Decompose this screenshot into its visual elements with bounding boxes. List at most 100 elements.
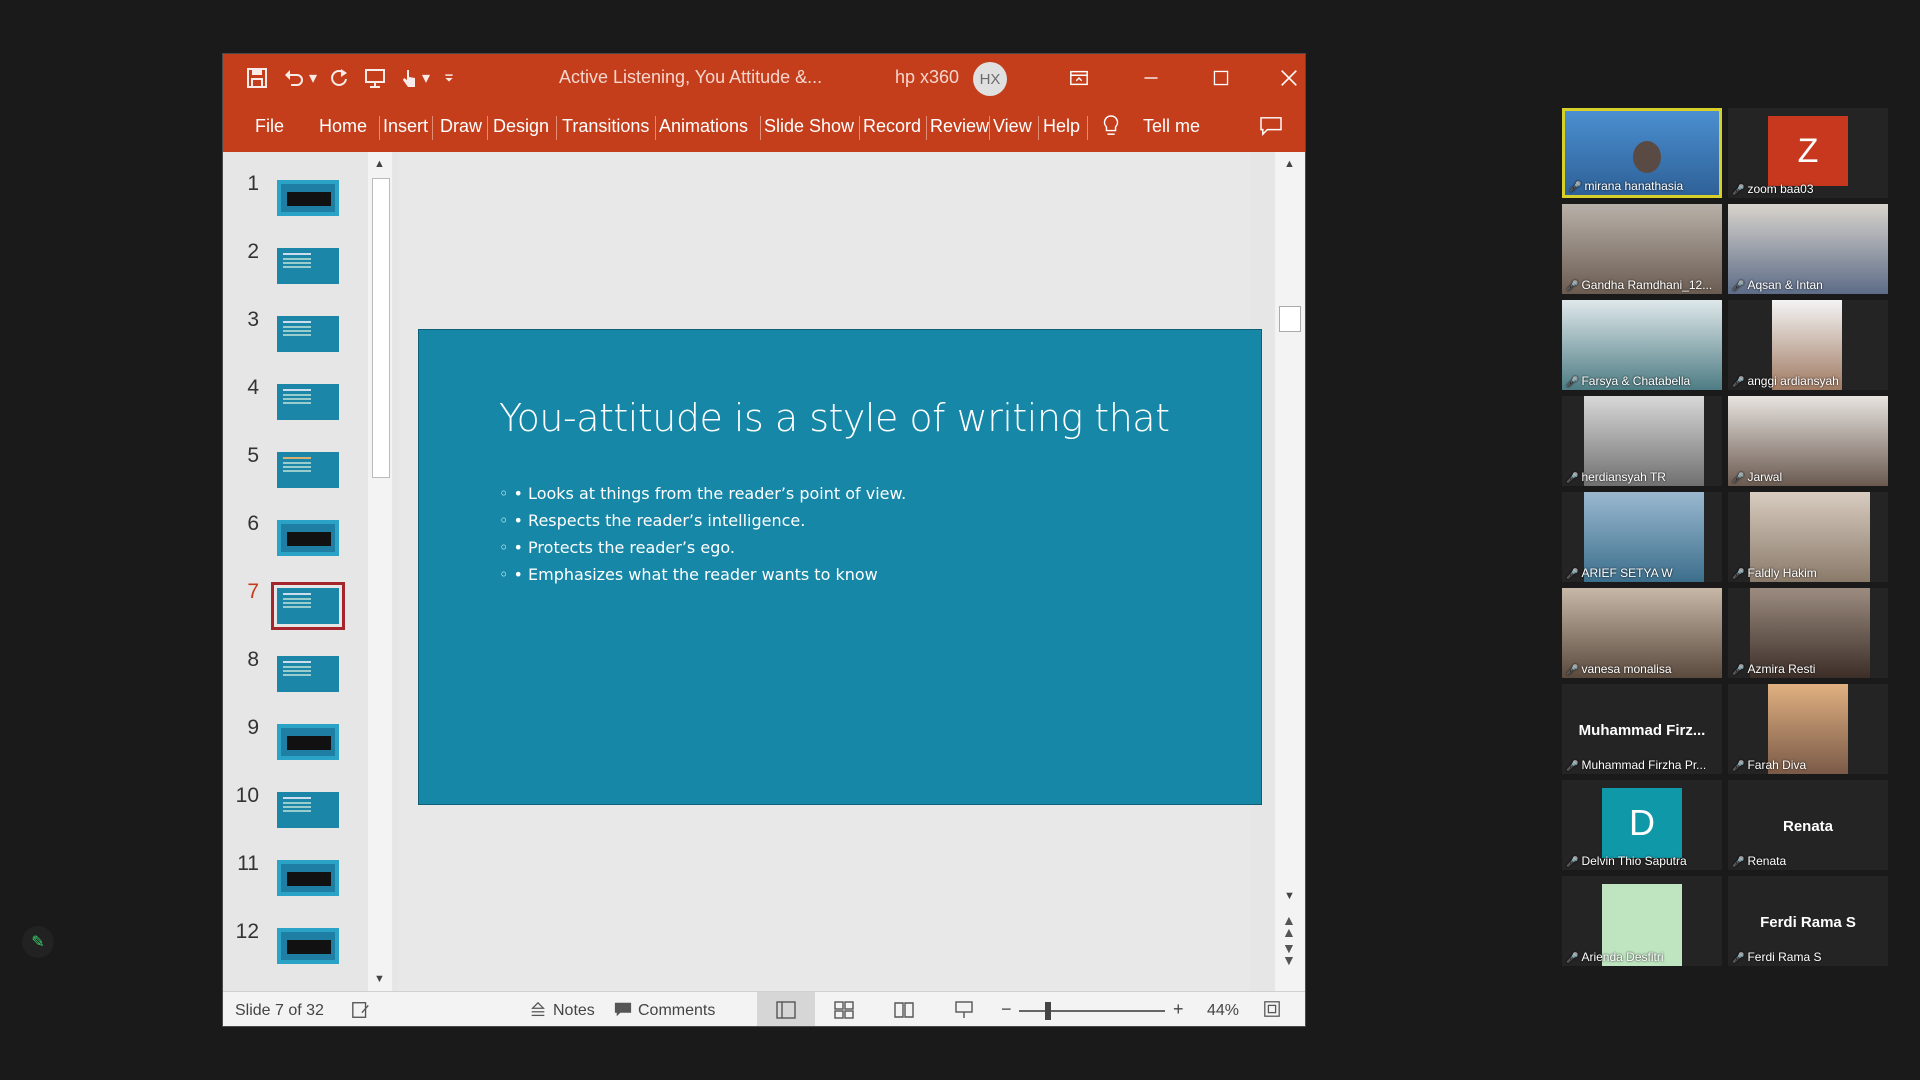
tab-separator xyxy=(926,116,927,140)
tab-design[interactable]: Design xyxy=(493,116,549,137)
slide-number: 9 xyxy=(247,716,259,739)
tab-separator xyxy=(432,116,433,140)
participant-tile[interactable]: mirana hanathasia xyxy=(1562,108,1722,198)
zoom-level[interactable]: 44% xyxy=(1207,1002,1239,1020)
participant-tile[interactable]: Arienda Desfitri xyxy=(1562,876,1722,966)
previous-slide-icon[interactable]: ▲ ▲ xyxy=(1282,913,1296,939)
slide-thumbnail[interactable] xyxy=(277,860,339,896)
normal-view-button[interactable] xyxy=(757,992,815,1026)
notes-icon[interactable] xyxy=(529,1001,547,1024)
accessibility-icon[interactable] xyxy=(351,1000,371,1025)
bullet-item: • Looks at things from the reader’s poin… xyxy=(499,480,907,507)
lightbulb-icon[interactable] xyxy=(1101,114,1121,143)
tab-insert[interactable]: Insert xyxy=(383,116,428,137)
tab-slide-show[interactable]: Slide Show xyxy=(764,116,854,137)
scroll-up-icon[interactable]: ▲ xyxy=(374,158,385,170)
slide-thumbnail[interactable] xyxy=(277,384,339,420)
participant-tile[interactable]: vanesa monalisa xyxy=(1562,588,1722,678)
annotate-pencil-icon[interactable]: ✎ xyxy=(22,926,54,958)
notes-button[interactable]: Notes xyxy=(553,1002,595,1020)
slide-sorter-icon[interactable] xyxy=(833,1000,855,1025)
slide-thumbnail-pane: 1 2 3 4 5 6 7 8 9 10 11 12 xyxy=(223,152,368,991)
customize-toolbar-icon[interactable] xyxy=(441,64,457,92)
redo-icon[interactable] xyxy=(325,64,353,92)
slide-thumbnail[interactable] xyxy=(277,180,339,216)
slide-thumbnail[interactable] xyxy=(277,316,339,352)
next-slide-icon[interactable]: ▼ ▼ xyxy=(1282,941,1296,967)
participant-name: Gandha Ramdhani_12... xyxy=(1566,278,1712,292)
slide-thumbnail[interactable] xyxy=(277,792,339,828)
thumbnail-scroll-thumb[interactable] xyxy=(372,178,390,478)
touch-dropdown-icon[interactable]: ▾ xyxy=(420,64,432,92)
participant-tile[interactable]: Z zoom baa03 xyxy=(1728,108,1888,198)
tab-help[interactable]: Help xyxy=(1043,116,1080,137)
tell-me-search[interactable]: Tell me xyxy=(1143,116,1200,137)
tab-separator xyxy=(859,116,860,140)
slide-thumbnail[interactable] xyxy=(277,452,339,488)
participant-tile[interactable]: Farsya & Chatabella xyxy=(1562,300,1722,390)
slide-title[interactable]: You-attitude is a style of writing that xyxy=(499,396,1170,440)
slide-number: 8 xyxy=(247,648,259,671)
participant-tile[interactable]: Azmira Resti xyxy=(1728,588,1888,678)
participant-tile[interactable]: Gandha Ramdhani_12... xyxy=(1562,204,1722,294)
participant-name: Ferdi Rama S xyxy=(1732,950,1821,964)
comments-status-icon[interactable] xyxy=(613,1001,633,1024)
present-from-start-icon[interactable] xyxy=(361,64,389,92)
close-button[interactable] xyxy=(1269,62,1305,94)
user-avatar[interactable]: HX xyxy=(973,62,1007,96)
reading-view-icon[interactable] xyxy=(893,1000,915,1025)
participant-tile[interactable]: Muhammad Firz... Muhammad Firzha Pr... xyxy=(1562,684,1722,774)
tab-animations[interactable]: Animations xyxy=(659,116,748,137)
tab-record[interactable]: Record xyxy=(863,116,921,137)
slide-scroll-thumb[interactable] xyxy=(1279,306,1301,332)
scroll-down-icon[interactable]: ▼ xyxy=(374,973,385,985)
user-name[interactable]: hp x360 xyxy=(895,67,959,88)
touch-mode-icon[interactable] xyxy=(395,64,423,92)
save-icon[interactable] xyxy=(243,64,271,92)
participant-tile[interactable]: Faldly Hakim xyxy=(1728,492,1888,582)
participant-tile[interactable]: D Delvin Thio Saputra xyxy=(1562,780,1722,870)
comments-icon[interactable] xyxy=(1259,116,1283,141)
tab-transitions[interactable]: Transitions xyxy=(562,116,649,137)
participant-tile[interactable]: Ferdi Rama S Ferdi Rama S xyxy=(1728,876,1888,966)
slide-thumbnail[interactable] xyxy=(277,520,339,556)
participant-tile[interactable]: Farah Diva xyxy=(1728,684,1888,774)
slide-scrollbar[interactable]: ▲ ▼ ▲ ▲ ▼ ▼ xyxy=(1275,152,1305,991)
participant-tile[interactable]: Aqsan & Intan xyxy=(1728,204,1888,294)
fit-slide-icon[interactable] xyxy=(1263,1000,1281,1023)
slide-thumbnail[interactable] xyxy=(277,656,339,692)
tab-review[interactable]: Review xyxy=(930,116,989,137)
current-slide[interactable]: You-attitude is a style of writing that … xyxy=(418,329,1262,805)
slide-bullet-list[interactable]: • Looks at things from the reader’s poin… xyxy=(499,480,907,588)
maximize-button[interactable] xyxy=(1201,62,1241,94)
zoom-slider[interactable] xyxy=(1019,1010,1165,1012)
slide-thumbnail-selected[interactable] xyxy=(271,582,345,630)
participant-tile[interactable]: ARIEF SETYA W xyxy=(1562,492,1722,582)
participant-tile[interactable]: herdiansyah TR xyxy=(1562,396,1722,486)
zoom-in-icon[interactable]: + xyxy=(1173,999,1184,1020)
tab-draw[interactable]: Draw xyxy=(440,116,482,137)
participant-tile[interactable]: anggi ardiansyah xyxy=(1728,300,1888,390)
zoom-slider-thumb[interactable] xyxy=(1045,1002,1051,1020)
slide-thumbnail[interactable] xyxy=(277,724,339,760)
slide-thumbnail[interactable] xyxy=(277,928,339,964)
ribbon-display-options-icon[interactable] xyxy=(1059,62,1099,94)
slide-number: 12 xyxy=(235,920,259,943)
participant-tile[interactable]: Renata Renata xyxy=(1728,780,1888,870)
zoom-out-icon[interactable]: − xyxy=(1001,999,1012,1020)
undo-icon[interactable] xyxy=(280,64,308,92)
scroll-down-icon[interactable]: ▼ xyxy=(1284,890,1295,902)
tab-file[interactable]: File xyxy=(255,116,284,137)
undo-dropdown-icon[interactable]: ▾ xyxy=(307,64,319,92)
tab-view[interactable]: View xyxy=(993,116,1032,137)
document-title[interactable]: Active Listening, You Attitude &... xyxy=(559,67,822,88)
scroll-up-icon[interactable]: ▲ xyxy=(1284,158,1295,170)
slide-show-icon[interactable] xyxy=(953,1000,975,1025)
slide-number: 4 xyxy=(247,376,259,399)
tab-home[interactable]: Home xyxy=(319,116,367,137)
slide-thumbnail[interactable] xyxy=(277,248,339,284)
comments-button[interactable]: Comments xyxy=(638,1002,715,1020)
minimize-button[interactable] xyxy=(1131,62,1171,94)
participant-tile[interactable]: Jarwal xyxy=(1728,396,1888,486)
participant-name: ARIEF SETYA W xyxy=(1566,566,1672,580)
